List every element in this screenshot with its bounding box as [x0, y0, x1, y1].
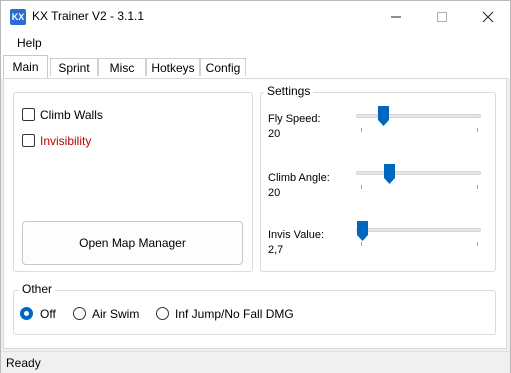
air-swim-radio[interactable] — [73, 307, 86, 320]
other-title: Other — [19, 282, 56, 296]
invisibility-label[interactable]: Invisibility — [40, 134, 91, 148]
open-map-manager-button[interactable]: Open Map Manager — [22, 221, 243, 265]
app-logo-icon: KX — [10, 9, 26, 25]
status-bar: Ready — [1, 351, 510, 373]
tab-strip: Main Sprint Misc Hotkeys Config — [1, 54, 510, 78]
invis-value-tick — [361, 242, 362, 246]
invis-value-slider-track[interactable] — [356, 228, 481, 232]
off-radio[interactable] — [20, 307, 33, 320]
window-title: KX Trainer V2 - 3.1.1 — [32, 9, 145, 23]
close-icon — [482, 11, 494, 23]
fly-speed-tick — [361, 128, 362, 132]
invis-value-slider-thumb[interactable] — [357, 221, 368, 241]
climb-walls-checkbox[interactable] — [22, 108, 35, 121]
other-group: Other Off Air Swim Inf Jump/No Fall DMG — [13, 282, 496, 335]
climb-walls-label[interactable]: Climb Walls — [40, 108, 103, 122]
climb-angle-label: Climb Angle: — [268, 172, 330, 184]
fly-speed-slider-track[interactable] — [356, 114, 481, 118]
minimize-button[interactable] — [373, 1, 419, 32]
invis-value-label: Invis Value: — [268, 229, 325, 241]
off-label[interactable]: Off — [40, 307, 56, 321]
maximize-button[interactable] — [419, 1, 465, 32]
air-swim-label[interactable]: Air Swim — [92, 307, 139, 321]
climb-angle-tick — [477, 185, 478, 189]
invis-value-tick — [477, 242, 478, 246]
fly-speed-value: 20 — [268, 128, 281, 140]
main-tab-panel: Climb Walls Invisibility Open Map Manage… — [3, 78, 507, 349]
tab-config[interactable]: Config — [200, 58, 246, 76]
close-button[interactable] — [465, 1, 511, 32]
menu-help[interactable]: Help — [17, 36, 42, 50]
settings-title: Settings — [264, 84, 314, 98]
fly-speed-slider-thumb[interactable] — [378, 106, 389, 126]
maximize-icon — [437, 12, 447, 22]
fly-speed-label: Fly Speed: — [268, 113, 321, 125]
tab-sprint[interactable]: Sprint — [50, 58, 98, 76]
settings-group: Settings Fly Speed: 20 Climb Angle: 20 I… — [260, 84, 496, 272]
title-bar[interactable]: KX KX Trainer V2 - 3.1.1 — [1, 1, 510, 32]
tab-main[interactable]: Main — [3, 55, 48, 78]
menu-bar: Help — [1, 32, 510, 54]
climb-angle-slider-thumb[interactable] — [384, 164, 395, 184]
features-group: Climb Walls Invisibility Open Map Manage… — [13, 92, 253, 272]
invis-value-value: 2,7 — [268, 244, 284, 256]
climb-angle-value: 20 — [268, 187, 281, 199]
inf-jump-label[interactable]: Inf Jump/No Fall DMG — [175, 307, 294, 321]
inf-jump-radio[interactable] — [156, 307, 169, 320]
minimize-icon — [391, 16, 401, 18]
climb-angle-slider-track[interactable] — [356, 171, 481, 175]
app-window: KX KX Trainer V2 - 3.1.1 Help Main Sprin… — [0, 0, 511, 373]
fly-speed-tick — [477, 128, 478, 132]
status-text: Ready — [6, 356, 41, 370]
tab-hotkeys[interactable]: Hotkeys — [146, 58, 200, 76]
tab-misc[interactable]: Misc — [98, 58, 146, 76]
invisibility-checkbox[interactable] — [22, 134, 35, 147]
climb-angle-tick — [361, 185, 362, 189]
